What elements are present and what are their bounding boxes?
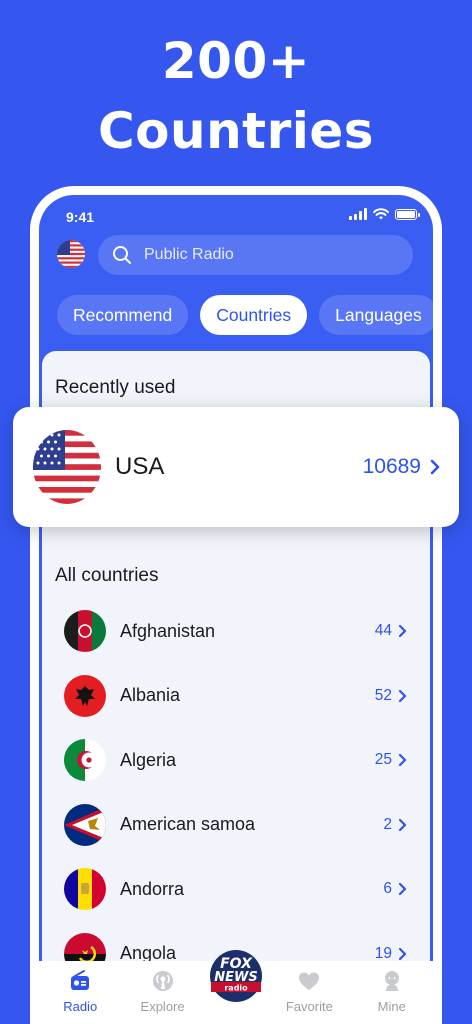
- station-count: 2: [383, 815, 392, 833]
- country-row-andorra[interactable]: Andorra 6: [42, 857, 430, 922]
- afghanistan-flag-icon: [64, 610, 106, 653]
- all-countries-title: All countries: [55, 565, 159, 586]
- user-icon: [384, 971, 399, 991]
- search-bar[interactable]: Public Radio: [98, 235, 413, 275]
- tab-recommend[interactable]: Recommend: [57, 295, 189, 335]
- nav-radio[interactable]: Radio: [41, 961, 119, 1014]
- nav-label: Mine: [377, 999, 406, 1014]
- chevron-right-icon: [398, 818, 407, 831]
- phone-frame: 9:41 Public Radio Recommend Countries La…: [30, 186, 442, 1024]
- usa-flag-icon[interactable]: [57, 240, 85, 268]
- country-name: American samoa: [120, 814, 256, 835]
- country-row-algeria[interactable]: Algeria 25: [42, 728, 430, 793]
- tab-languages[interactable]: Languages: [319, 295, 433, 335]
- chevron-right-icon: [430, 459, 440, 475]
- explore-icon: [152, 971, 173, 991]
- country-name: Algeria: [120, 749, 177, 770]
- station-count: 25: [374, 751, 392, 769]
- radio-icon: [71, 970, 90, 990]
- search-icon: [113, 246, 131, 264]
- logo-radio-text: radio: [224, 984, 248, 993]
- nav-label: Radio: [63, 999, 98, 1014]
- station-count: 44: [374, 622, 392, 640]
- promo-headline-line1: 200+: [161, 32, 311, 90]
- usa-flag-icon: [33, 430, 101, 504]
- promo-headline-line2: Countries: [97, 102, 375, 160]
- chevron-right-icon: [398, 947, 407, 960]
- status-icons: [349, 208, 420, 220]
- andorra-flag-icon: [64, 868, 106, 911]
- fox-news-radio-logo: FOX NEWS radio: [210, 950, 262, 1002]
- category-tabs: Recommend Countries Languages: [57, 295, 433, 335]
- nav-explore[interactable]: Explore: [124, 961, 202, 1014]
- albania-flag-icon: [64, 674, 106, 717]
- heart-icon: [299, 972, 320, 990]
- chevron-right-icon: [398, 625, 407, 638]
- nav-label: Explore: [140, 999, 185, 1014]
- country-row-american-samoa[interactable]: American samoa 2: [42, 793, 430, 858]
- country-name: Andorra: [120, 878, 185, 899]
- country-list: Afghanistan 44 Albania 52 Algeria 25 Ame…: [42, 599, 430, 986]
- status-bar: 9:41: [39, 195, 433, 231]
- nav-favorite[interactable]: Favorite: [270, 961, 348, 1014]
- recently-used-title: Recently used: [55, 377, 176, 398]
- country-row-afghanistan[interactable]: Afghanistan 44: [42, 599, 430, 664]
- station-count: 6: [383, 880, 392, 898]
- station-count: 52: [374, 686, 392, 704]
- country-name: USA: [115, 453, 165, 480]
- battery-icon: [395, 208, 420, 220]
- country-name: Afghanistan: [120, 620, 216, 641]
- wifi-icon: [373, 208, 389, 220]
- status-time: 9:41: [66, 209, 95, 225]
- signal-icon: [349, 208, 367, 220]
- american-samoa-flag-icon: [64, 803, 106, 846]
- country-name: Albania: [120, 685, 181, 706]
- chevron-right-icon: [398, 754, 407, 767]
- chevron-right-icon: [398, 689, 407, 702]
- search-placeholder: Public Radio: [144, 246, 234, 263]
- station-count: 10689: [362, 455, 421, 478]
- recent-country-card-usa[interactable]: USA 10689: [13, 407, 459, 527]
- chevron-right-icon: [398, 883, 407, 896]
- country-row-albania[interactable]: Albania 52: [42, 664, 430, 729]
- nav-mine[interactable]: Mine: [353, 961, 431, 1014]
- algeria-flag-icon: [64, 739, 106, 782]
- tab-countries[interactable]: Countries: [200, 295, 308, 335]
- nav-label: Favorite: [285, 999, 333, 1014]
